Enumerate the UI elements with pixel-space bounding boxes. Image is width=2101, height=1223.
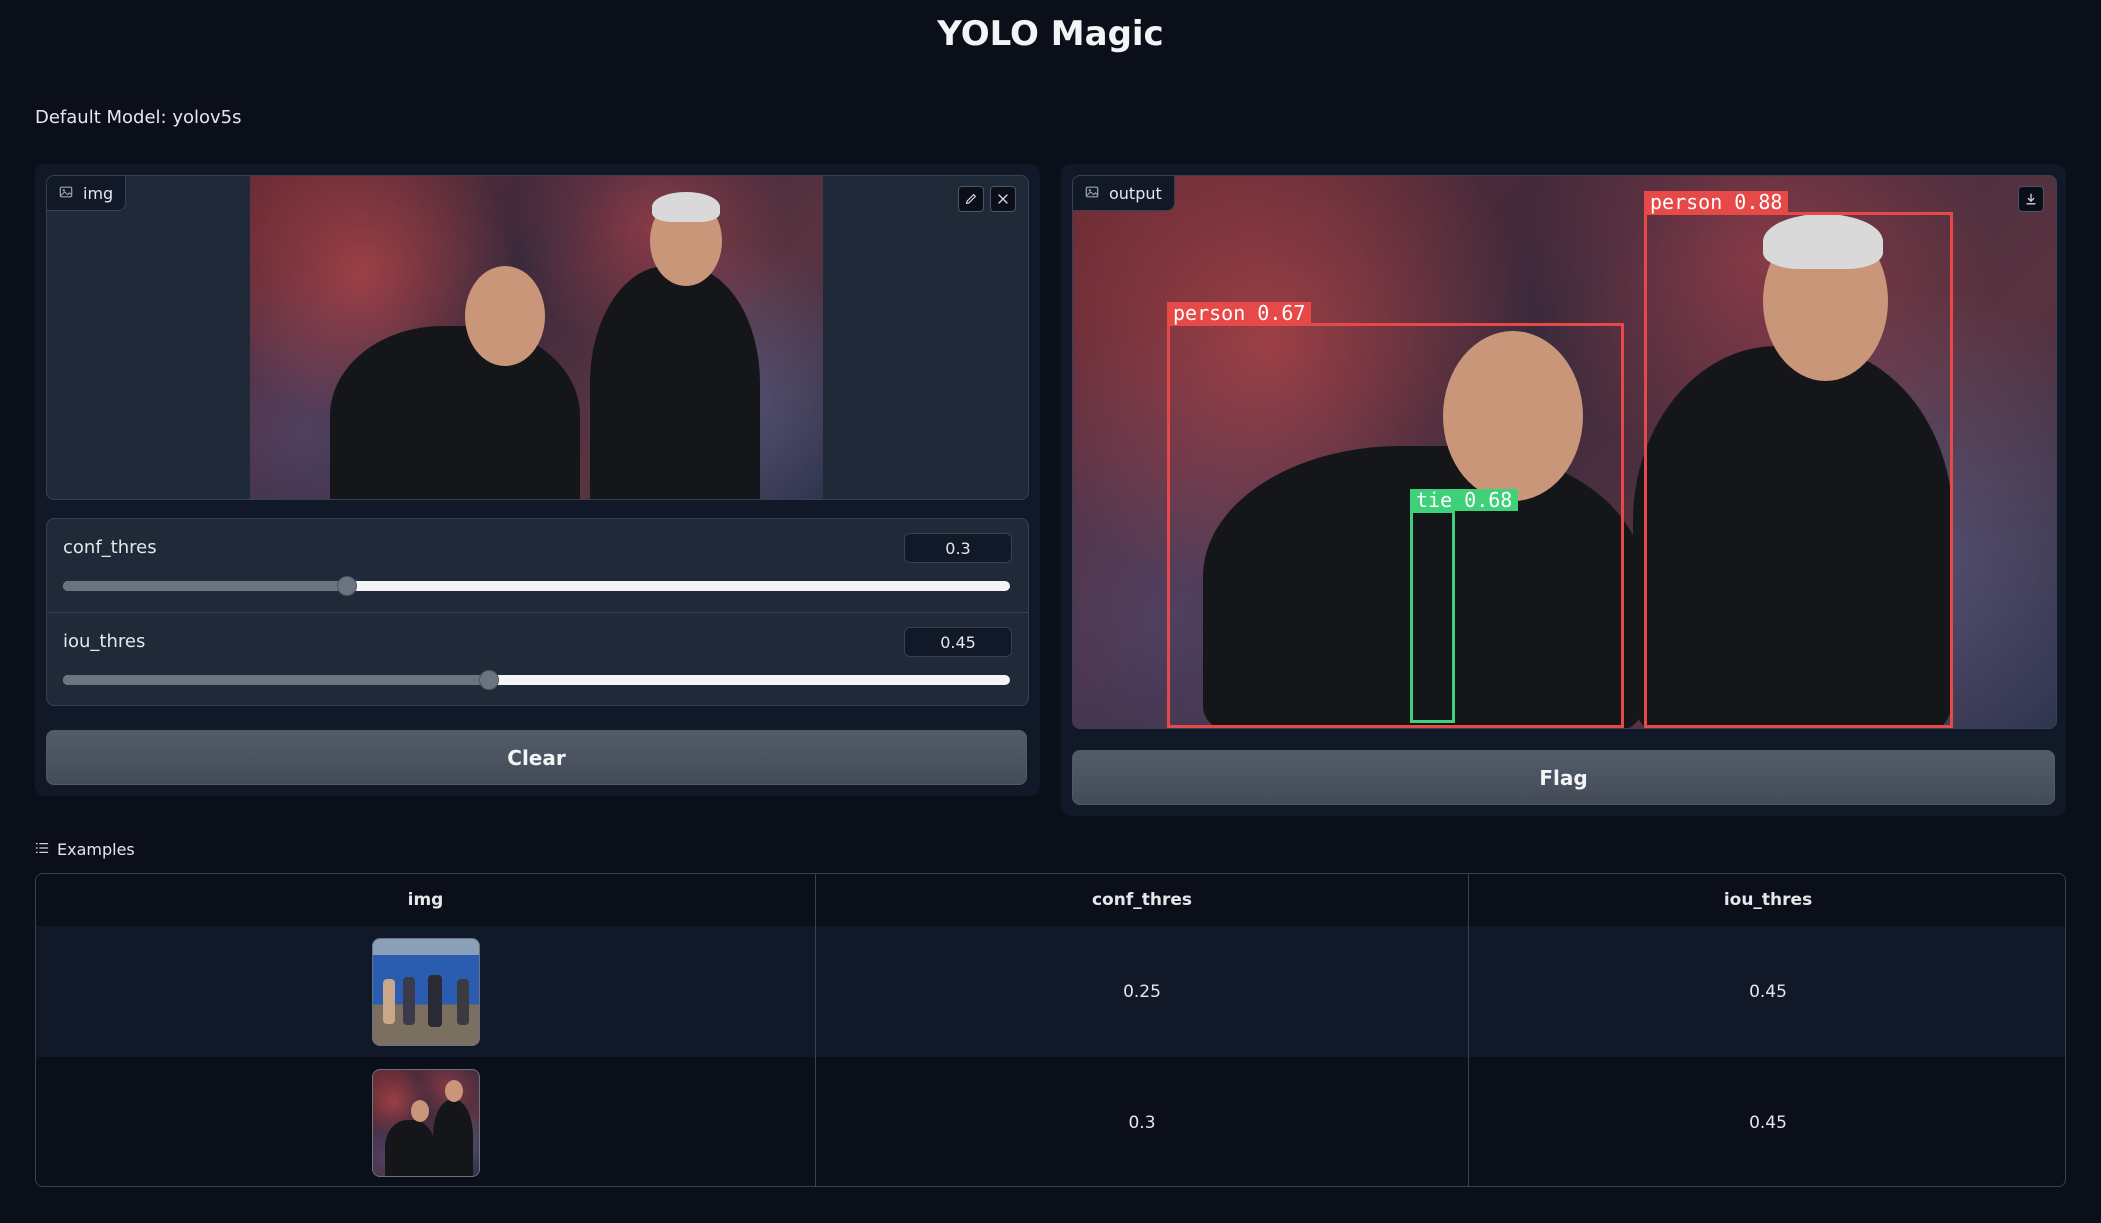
example-thumbnail-coaches[interactable] — [371, 1068, 480, 1177]
input-photo — [250, 176, 823, 499]
column-header-iou-thres: iou_thres — [1468, 874, 2065, 926]
example-conf-thres[interactable]: 0.25 — [815, 926, 1468, 1057]
column-header-img: img — [407, 890, 444, 910]
conf-thres-thumb[interactable] — [337, 576, 358, 596]
examples-title: Examples — [57, 840, 135, 859]
input-image-label: img — [47, 176, 127, 211]
input-image-block[interactable]: img — [46, 175, 1029, 500]
conf-thres-input[interactable]: 0.3 — [904, 533, 1012, 563]
output-image-label: output — [1073, 176, 1175, 211]
slider-block: conf_thres 0.3 iou_thres 0.45 — [46, 518, 1029, 706]
output-image-label-text: output — [1109, 183, 1162, 203]
example-iou-thres[interactable]: 0.45 — [1468, 926, 2065, 1057]
iou-thres-thumb[interactable] — [479, 670, 500, 690]
image-icon — [59, 184, 73, 203]
conf-thres-label: conf_thres — [63, 537, 157, 558]
list-icon — [35, 840, 49, 859]
iou-thres-label: iou_thres — [63, 631, 146, 652]
conf-thres-fill — [63, 581, 348, 591]
table-row[interactable]: 0.25 0.45 — [36, 926, 2065, 1057]
app-title: YOLO Magic — [937, 14, 1164, 54]
person-right-body — [590, 266, 760, 499]
close-icon[interactable] — [990, 186, 1016, 212]
column-header-conf-thres: conf_thres — [815, 874, 1468, 926]
detection-box-person-2: person 0.67 — [1167, 302, 1624, 728]
conf-thres-row: conf_thres 0.3 — [47, 519, 1028, 612]
detection-box-person-1: person 0.88 — [1644, 191, 1953, 728]
image-icon — [1085, 184, 1099, 203]
person-left-body — [330, 326, 580, 499]
iou-thres-fill — [63, 675, 490, 685]
output-panel: person 0.88 person 0.67 tie 0.68 output … — [1061, 164, 2066, 816]
iou-thres-row: iou_thres 0.45 — [47, 612, 1028, 706]
input-image-label-text: img — [83, 183, 114, 203]
detection-label-tie: tie 0.68 — [1410, 489, 1519, 511]
detection-label-person-2: person 0.67 — [1167, 302, 1312, 324]
examples-header: Examples — [35, 840, 135, 859]
flag-button[interactable]: Flag — [1072, 750, 2055, 805]
example-conf-thres[interactable]: 0.3 — [815, 1057, 1468, 1186]
iou-thres-slider[interactable] — [63, 670, 1010, 690]
example-thumbnail-cell[interactable] — [36, 1057, 815, 1186]
pencil-icon[interactable] — [958, 186, 984, 212]
output-image-block: person 0.88 person 0.67 tie 0.68 output — [1072, 175, 2057, 729]
example-thumbnail-bus[interactable] — [371, 937, 480, 1046]
detection-box-tie: tie 0.68 — [1410, 489, 1519, 723]
example-thumbnail-cell[interactable] — [36, 926, 815, 1057]
detection-label-person-1: person 0.88 — [1644, 191, 1789, 213]
download-icon[interactable] — [2018, 186, 2044, 212]
examples-header-row: img conf_thres iou_thres — [36, 874, 2065, 926]
input-panel: img conf_thres 0.3 iou_thres 0.45 Clear — [35, 164, 1040, 796]
person-right-hair — [652, 192, 720, 222]
example-iou-thres[interactable]: 0.45 — [1468, 1057, 2065, 1186]
conf-thres-slider[interactable] — [63, 576, 1010, 596]
clear-button[interactable]: Clear — [46, 730, 1027, 785]
table-row[interactable]: 0.3 0.45 — [36, 1057, 2065, 1186]
default-model-text: Default Model: yolov5s — [35, 107, 242, 128]
iou-thres-input[interactable]: 0.45 — [904, 627, 1012, 657]
person-left-head — [465, 266, 545, 366]
examples-table: img conf_thres iou_thres 0.25 0.45 0.3 0… — [35, 873, 2066, 1187]
